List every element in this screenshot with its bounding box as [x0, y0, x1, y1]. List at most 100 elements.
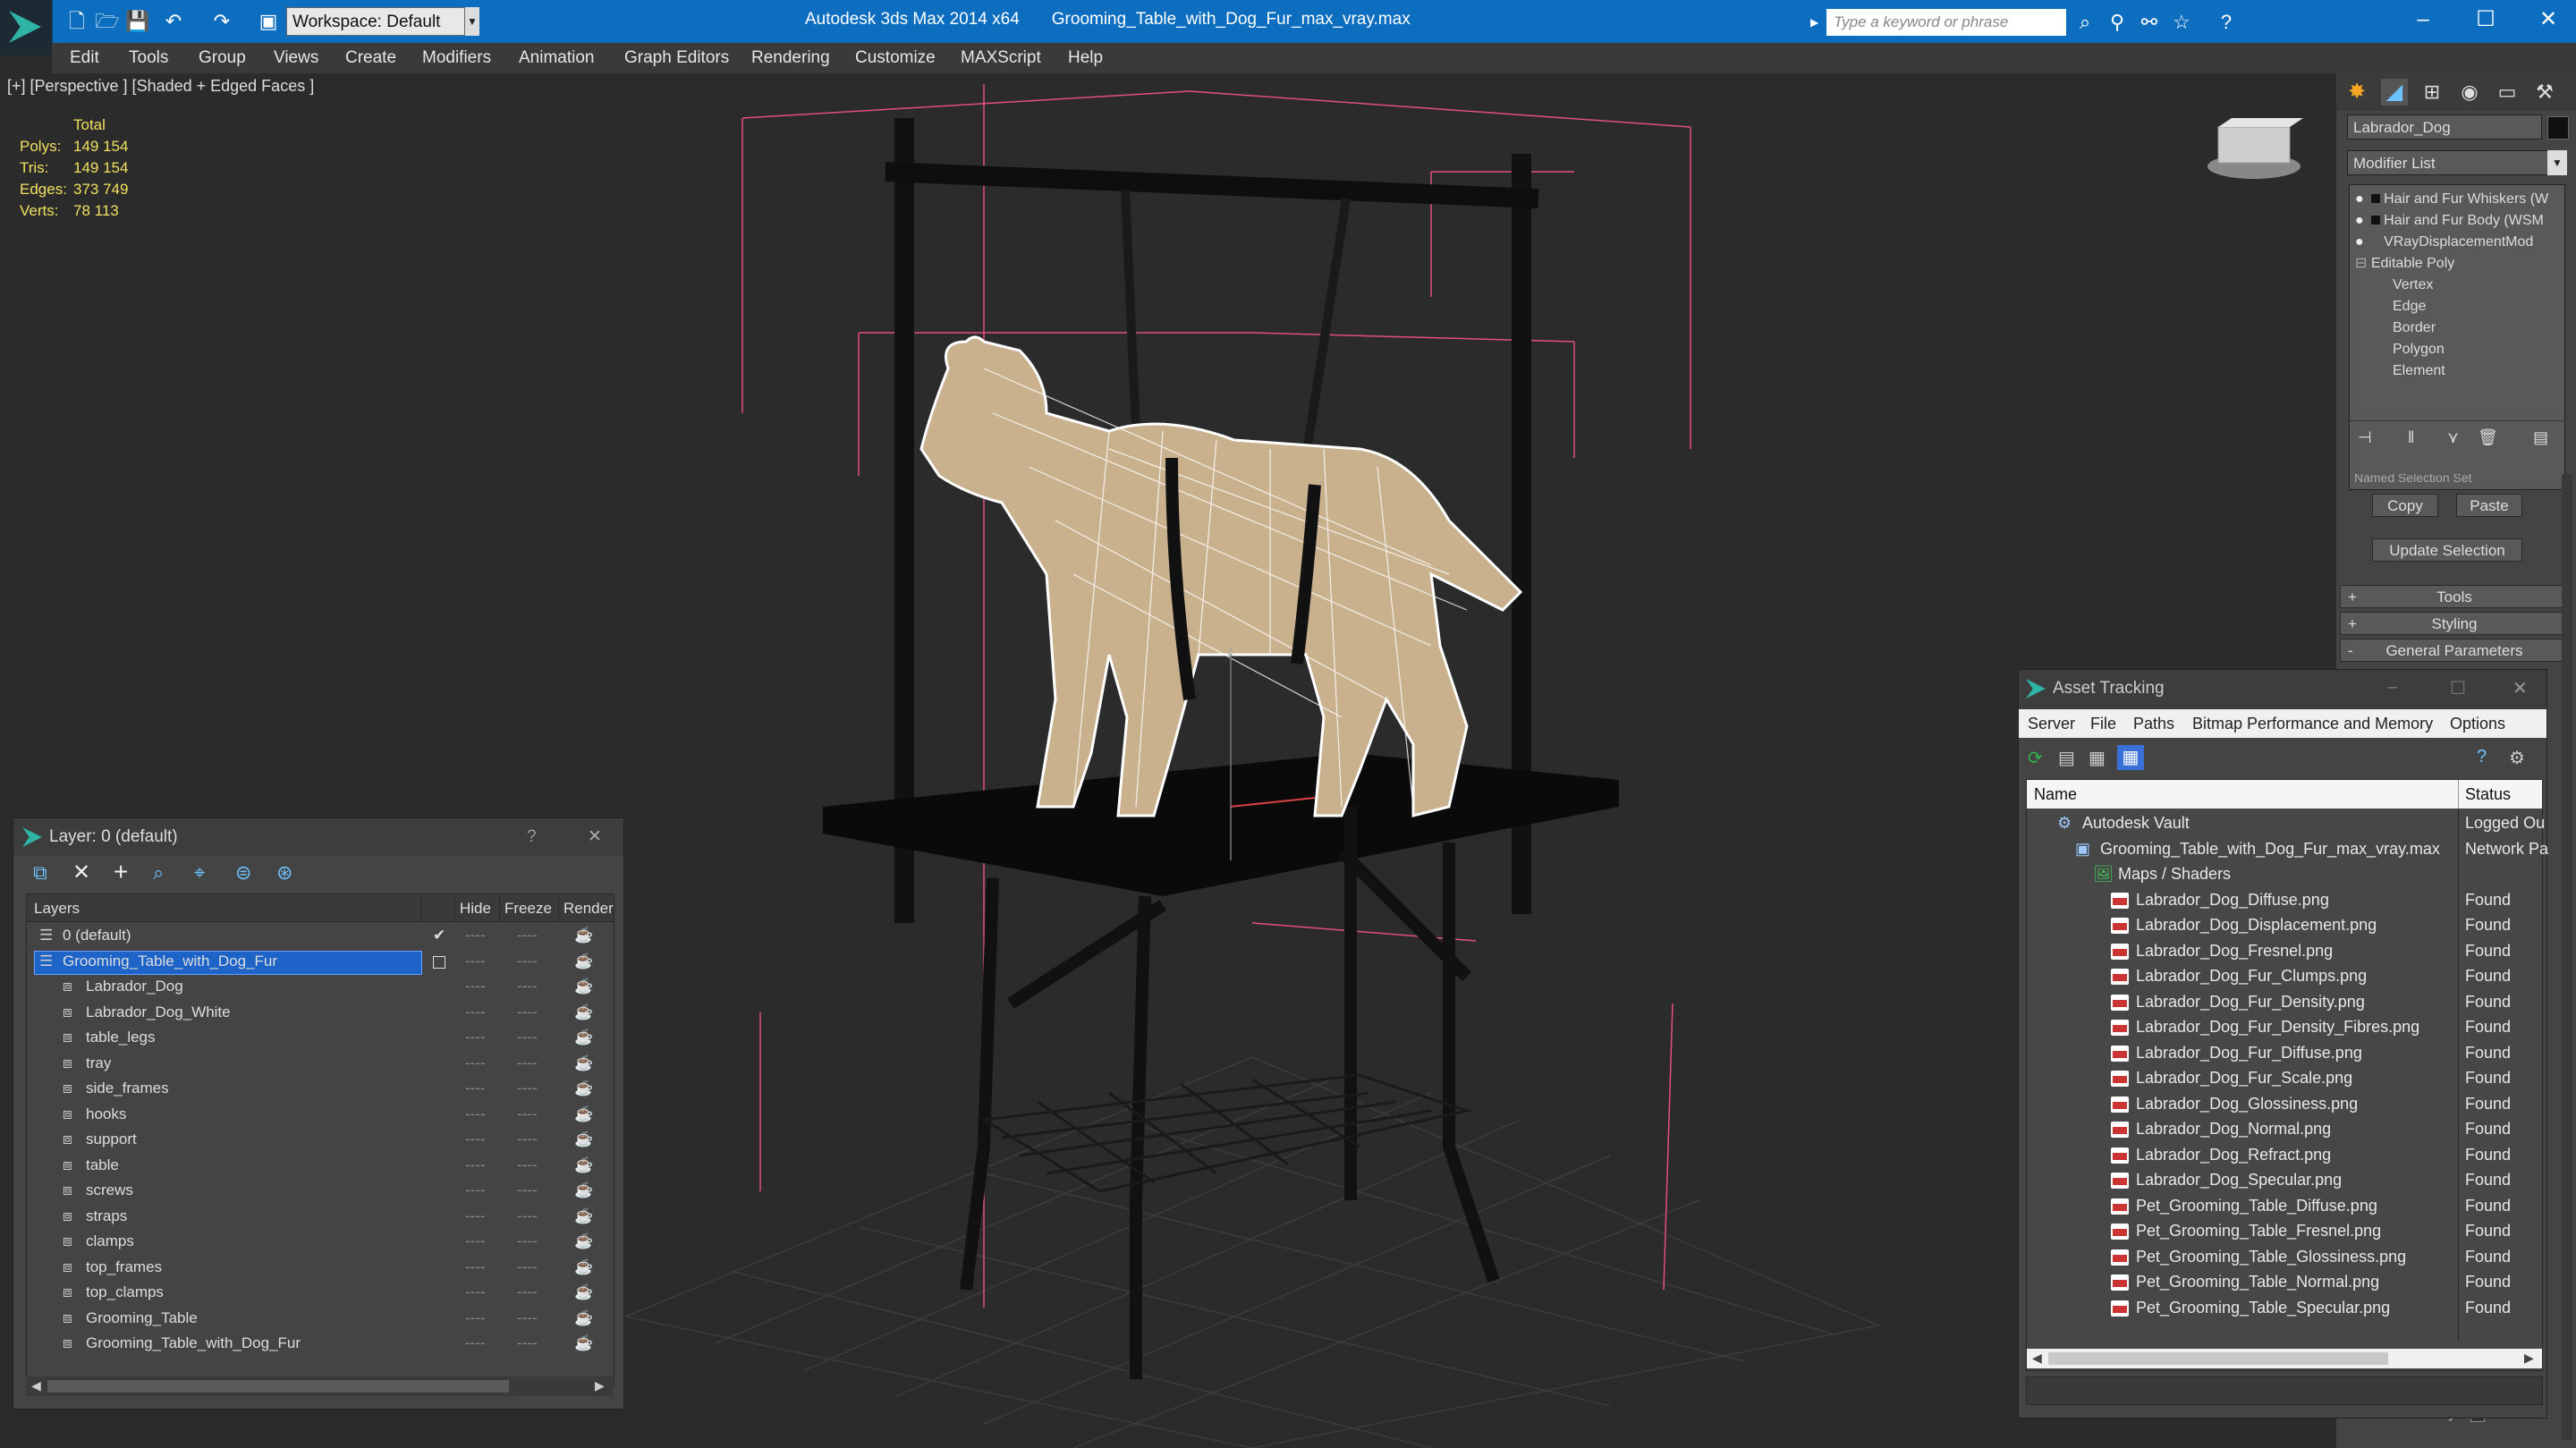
hide-toggle[interactable]: ----: [465, 1025, 486, 1051]
menu-customize[interactable]: Customize: [855, 43, 936, 73]
copy-button[interactable]: Copy: [2372, 494, 2438, 517]
teapot-render-icon[interactable]: ☕: [574, 1076, 593, 1102]
current-layer-toggle[interactable]: [433, 955, 445, 969]
freeze-toggle[interactable]: ----: [517, 1331, 538, 1357]
hide-toggle[interactable]: ----: [465, 1280, 486, 1306]
app-menu-button[interactable]: [0, 0, 53, 55]
menu-graph-editors[interactable]: Graph Editors: [624, 43, 729, 73]
asset-menu-bitmap-performance[interactable]: Bitmap Performance and Memory: [2192, 715, 2433, 733]
teapot-render-icon[interactable]: ☕: [574, 1051, 593, 1077]
freeze-toggle[interactable]: ----: [517, 1255, 538, 1281]
asset-row[interactable]: Labrador_Dog_Refract.png Found: [2027, 1142, 2542, 1168]
asset-row[interactable]: Labrador_Dog_Glossiness.png Found: [2027, 1091, 2542, 1117]
hide-toggle[interactable]: ----: [465, 1153, 486, 1179]
asset-horizontal-scrollbar[interactable]: ◀ ▶: [2027, 1349, 2542, 1368]
freeze-all-layers-icon[interactable]: ⊛: [276, 861, 292, 885]
save-file-icon[interactable]: 💾: [125, 9, 150, 34]
viewport-label[interactable]: [+] [Perspective ] [Shaded + Edged Faces…: [7, 77, 314, 96]
remove-modifier-icon[interactable]: 🗑: [2478, 428, 2498, 447]
teapot-render-icon[interactable]: ☕: [574, 1000, 593, 1026]
asset-row[interactable]: Labrador_Dog_Fur_Diffuse.png Found: [2027, 1040, 2542, 1066]
scroll-left-icon[interactable]: ◀: [2032, 1351, 2042, 1366]
column-hide[interactable]: Hide: [460, 900, 491, 918]
delete-layer-icon[interactable]: ✕: [72, 859, 90, 885]
scrollbar-thumb[interactable]: [47, 1380, 509, 1393]
layer-row[interactable]: ⧈ top_clamps ---- ---- ☕: [27, 1280, 614, 1306]
asset-row[interactable]: Labrador_Dog_Fur_Density.png Found: [2027, 989, 2542, 1015]
chevron-down-icon[interactable]: ▼: [465, 7, 479, 36]
column-freeze[interactable]: Freeze: [504, 900, 552, 918]
freeze-toggle[interactable]: ----: [517, 1025, 538, 1051]
asset-row[interactable]: 🖼 Maps / Shaders: [2027, 861, 2542, 887]
hide-toggle[interactable]: ----: [465, 1331, 486, 1357]
modifier-list-dropdown[interactable]: Modifier List: [2347, 150, 2551, 175]
redo-icon[interactable]: ↷: [209, 9, 234, 34]
layer-row[interactable]: ⧈ table_legs ---- ---- ☕: [27, 1025, 614, 1051]
freeze-toggle[interactable]: ----: [517, 974, 538, 1000]
help-icon[interactable]: ?: [2477, 747, 2487, 767]
freeze-toggle[interactable]: ----: [517, 1280, 538, 1306]
hide-toggle[interactable]: ----: [465, 974, 486, 1000]
hide-toggle[interactable]: ----: [465, 1178, 486, 1204]
make-unique-icon[interactable]: ⋎: [2447, 428, 2459, 447]
teapot-render-icon[interactable]: ☕: [574, 1331, 593, 1357]
layer-row[interactable]: ⧈ Grooming_Table ---- ---- ☕: [27, 1306, 614, 1332]
asset-row[interactable]: Labrador_Dog_Displacement.png Found: [2027, 912, 2542, 938]
asset-row[interactable]: Pet_Grooming_Table_Glossiness.png Found: [2027, 1244, 2542, 1270]
teapot-render-icon[interactable]: ☕: [574, 1102, 593, 1128]
layer-row[interactable]: ⧈ table ---- ---- ☕: [27, 1153, 614, 1179]
stack-item-vertex[interactable]: Vertex: [2393, 275, 2433, 296]
column-status[interactable]: Status: [2465, 785, 2511, 804]
hide-toggle[interactable]: ----: [465, 1051, 486, 1077]
layer-row[interactable]: ⧈ hooks ---- ---- ☕: [27, 1102, 614, 1128]
freeze-toggle[interactable]: ----: [517, 1102, 538, 1128]
minimize-button[interactable]: –: [2392, 0, 2454, 39]
hide-toggle[interactable]: ----: [465, 1102, 486, 1128]
new-file-icon[interactable]: 🗋: [64, 9, 89, 34]
hide-toggle[interactable]: ----: [465, 1306, 486, 1332]
select-objects-icon[interactable]: ⌕: [153, 861, 164, 885]
menu-edit[interactable]: Edit: [70, 43, 99, 73]
stack-item-editable-poly[interactable]: ⊟ Editable Poly: [2355, 253, 2454, 275]
favorites-star-icon[interactable]: ☆: [2168, 9, 2195, 36]
search-input[interactable]: Type a keyword or phrase: [1826, 9, 2066, 36]
object-name-field[interactable]: Labrador_Dog: [2347, 114, 2542, 140]
menu-rendering[interactable]: Rendering: [751, 43, 830, 73]
close-icon[interactable]: ✕: [2512, 677, 2528, 699]
menu-animation[interactable]: Animation: [519, 43, 595, 73]
asset-row[interactable]: Labrador_Dog_Fur_Clumps.png Found: [2027, 963, 2542, 989]
thumbnail-view-icon[interactable]: ▦: [2089, 747, 2106, 769]
teapot-render-icon[interactable]: ☕: [574, 1153, 593, 1179]
subscription-icon[interactable]: ⚲: [2104, 9, 2131, 36]
motion-tab-icon[interactable]: ◉: [2456, 79, 2483, 106]
layer-row[interactable]: ⧈ support ---- ---- ☕: [27, 1127, 614, 1153]
teapot-render-icon[interactable]: ☕: [574, 923, 593, 949]
menu-tools[interactable]: Tools: [129, 43, 168, 73]
object-color-swatch[interactable]: [2547, 116, 2569, 140]
teapot-render-icon[interactable]: ☕: [574, 1204, 593, 1230]
viewcube[interactable]: [2207, 118, 2303, 179]
freeze-toggle[interactable]: ----: [517, 923, 538, 949]
menu-modifiers[interactable]: Modifiers: [422, 43, 491, 73]
asset-row[interactable]: Labrador_Dog_Fur_Density_Fibres.png Found: [2027, 1014, 2542, 1040]
stack-item-edge[interactable]: Edge: [2393, 296, 2426, 318]
hide-all-layers-icon[interactable]: ⊜: [235, 861, 251, 885]
open-file-icon[interactable]: 🗁: [95, 9, 120, 34]
workspace-select[interactable]: Workspace: Default: [286, 7, 465, 36]
lightbulb-icon[interactable]: ●: [2355, 191, 2364, 207]
teapot-render-icon[interactable]: ☕: [574, 974, 593, 1000]
freeze-toggle[interactable]: ----: [517, 1051, 538, 1077]
show-end-result-icon[interactable]: ‖: [2408, 428, 2414, 447]
teapot-render-icon[interactable]: ☕: [574, 1025, 593, 1051]
layer-row[interactable]: ☰ Grooming_Table_with_Dog_Fur ---- ---- ☕: [27, 949, 614, 975]
layer-row[interactable]: ⧈ side_frames ---- ---- ☕: [27, 1076, 614, 1102]
undo-icon[interactable]: ↶: [161, 9, 186, 34]
asset-menu-paths[interactable]: Paths: [2133, 715, 2174, 733]
layer-row[interactable]: ⧈ screws ---- ---- ☕: [27, 1178, 614, 1204]
settings-icon[interactable]: ⚙: [2509, 747, 2525, 769]
configure-modifier-sets-icon[interactable]: ▤: [2533, 428, 2548, 447]
scrollbar-thumb[interactable]: [2048, 1352, 2388, 1365]
list-view-icon[interactable]: ▤: [2058, 747, 2075, 769]
layer-row[interactable]: ☰ 0 (default) ✔ ---- ---- ☕: [27, 923, 614, 949]
menu-group[interactable]: Group: [199, 43, 246, 73]
